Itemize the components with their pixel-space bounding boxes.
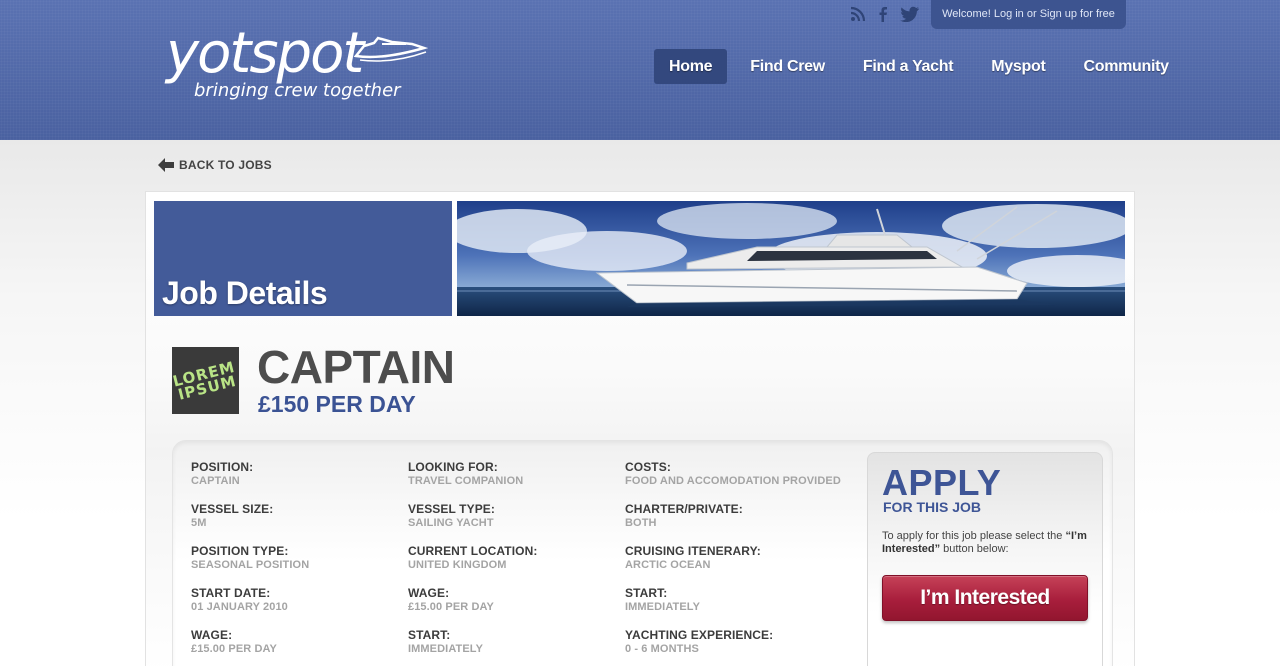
field-label: CHARTER/PRIVATE: xyxy=(625,502,743,516)
field-costs: COSTS: FOOD AND ACCOMODATION PROVIDED xyxy=(625,460,855,487)
field-charter-private: CHARTER/PRIVATE: BOTH xyxy=(625,502,835,529)
field-value: 0 - 6 MONTHS xyxy=(625,643,699,655)
field-label: WAGE: xyxy=(408,586,450,600)
nav-item-find-crew[interactable]: Find Crew xyxy=(735,49,840,84)
field-value: 5M xyxy=(191,517,207,529)
field-position: POSITION: CAPTAIN xyxy=(191,460,401,487)
field-value: UNITED KINGDOM xyxy=(408,559,507,571)
field-current-location: CURRENT LOCATION: UNITED KINGDOM xyxy=(408,544,618,571)
nav-item-find-a-yacht[interactable]: Find a Yacht xyxy=(848,49,968,84)
job-details-box: POSITION: CAPTAIN VESSEL SIZE: 5M POSITI… xyxy=(172,440,1113,666)
field-label: START DATE: xyxy=(191,586,271,600)
apply-instructions-suffix: button below: xyxy=(940,543,1009,555)
main-nav: Home Find Crew Find a Yacht Myspot Commu… xyxy=(654,49,1184,84)
field-value: 01 JANUARY 2010 xyxy=(191,601,288,613)
field-wage: WAGE: £15.00 PER DAY xyxy=(191,628,401,655)
company-logo: LOREM IPSUM xyxy=(172,347,239,414)
field-cruising-itinerary: CRUISING ITENERARY: ARCTIC OCEAN xyxy=(625,544,835,571)
field-vessel-type: VESSEL TYPE: SAILING YACHT xyxy=(408,502,618,529)
site-logo[interactable]: yotspot bringing crew together xyxy=(166,26,428,106)
field-value: £15.00 PER DAY xyxy=(408,601,494,613)
field-label: POSITION: xyxy=(191,460,254,474)
nav-item-myspot[interactable]: Myspot xyxy=(976,49,1060,84)
field-position-type: POSITION TYPE: SEASONAL POSITION xyxy=(191,544,401,571)
field-value: SAILING YACHT xyxy=(408,517,494,529)
field-label: START: xyxy=(625,586,668,600)
company-logo-text: LOREM IPSUM xyxy=(172,357,239,404)
back-to-jobs-link[interactable]: BACK TO JOBS xyxy=(158,158,272,172)
apply-box: APPLY FOR THIS JOB To apply for this job… xyxy=(867,452,1103,666)
field-label: POSITION TYPE: xyxy=(191,544,289,558)
field-label: CRUISING ITENERARY: xyxy=(625,544,761,558)
field-value: SEASONAL POSITION xyxy=(191,559,310,571)
site-header: yotspot bringing crew together Welcome! … xyxy=(0,0,1280,140)
field-yachting-experience: YACHTING EXPERIENCE: 0 - 6 MONTHS xyxy=(625,628,835,655)
arrow-left-icon xyxy=(158,158,174,172)
field-label: LOOKING FOR: xyxy=(408,460,498,474)
field-value: £15.00 PER DAY xyxy=(191,643,277,655)
field-label: VESSEL TYPE: xyxy=(408,502,496,516)
field-value: FOOD AND ACCOMODATION PROVIDED xyxy=(625,475,841,487)
field-value: CAPTAIN xyxy=(191,475,240,487)
field-start-date: START DATE: 01 JANUARY 2010 xyxy=(191,586,401,613)
field-value: ARCTIC OCEAN xyxy=(625,559,711,571)
logo-tagline: bringing crew together xyxy=(194,80,401,101)
social-links xyxy=(850,6,920,27)
login-signup-link[interactable]: Welcome! Log in or Sign up for free xyxy=(931,0,1126,29)
logo-wordmark: yotspot xyxy=(166,21,364,86)
im-interested-button[interactable]: I’m Interested xyxy=(882,575,1088,621)
job-rate: £150 PER DAY xyxy=(258,391,416,417)
field-value: IMMEDIATELY xyxy=(408,643,484,655)
apply-instructions: To apply for this job please select the … xyxy=(882,530,1094,556)
field-label: YACHTING EXPERIENCE: xyxy=(625,628,774,642)
job-panel: Job Details LOREM IPSUM CAPTAIN £150 PER… xyxy=(145,191,1135,666)
facebook-icon[interactable] xyxy=(876,6,890,27)
field-value: BOTH xyxy=(625,517,657,529)
twitter-icon[interactable] xyxy=(900,6,920,27)
field-vessel-size: VESSEL SIZE: 5M xyxy=(191,502,401,529)
nav-item-home[interactable]: Home xyxy=(654,49,728,84)
section-title-box: Job Details xyxy=(154,201,452,316)
field-value: TRAVEL COMPANION xyxy=(408,475,524,487)
section-title: Job Details xyxy=(162,275,328,311)
apply-instructions-prefix: To apply for this job please select the xyxy=(882,530,1066,542)
job-title: CAPTAIN xyxy=(257,341,455,393)
field-label: COSTS: xyxy=(625,460,671,474)
field-label: WAGE: xyxy=(191,628,233,642)
field-label: CURRENT LOCATION: xyxy=(408,544,538,558)
yacht-logo-icon xyxy=(353,36,428,62)
field-looking-for: LOOKING FOR: TRAVEL COMPANION xyxy=(408,460,618,487)
apply-subtitle: FOR THIS JOB xyxy=(883,499,982,515)
field-start: START: IMMEDIATELY xyxy=(625,586,835,613)
yacht-banner-image xyxy=(457,201,1125,316)
field-start: START: IMMEDIATELY xyxy=(408,628,618,655)
field-wage: WAGE: £15.00 PER DAY xyxy=(408,586,618,613)
field-label: START: xyxy=(408,628,451,642)
back-to-jobs-label: BACK TO JOBS xyxy=(179,158,272,172)
rss-icon[interactable] xyxy=(850,6,866,27)
nav-item-community[interactable]: Community xyxy=(1068,49,1183,84)
apply-title: APPLY xyxy=(882,462,1002,503)
field-label: VESSEL SIZE: xyxy=(191,502,274,516)
field-value: IMMEDIATELY xyxy=(625,601,701,613)
